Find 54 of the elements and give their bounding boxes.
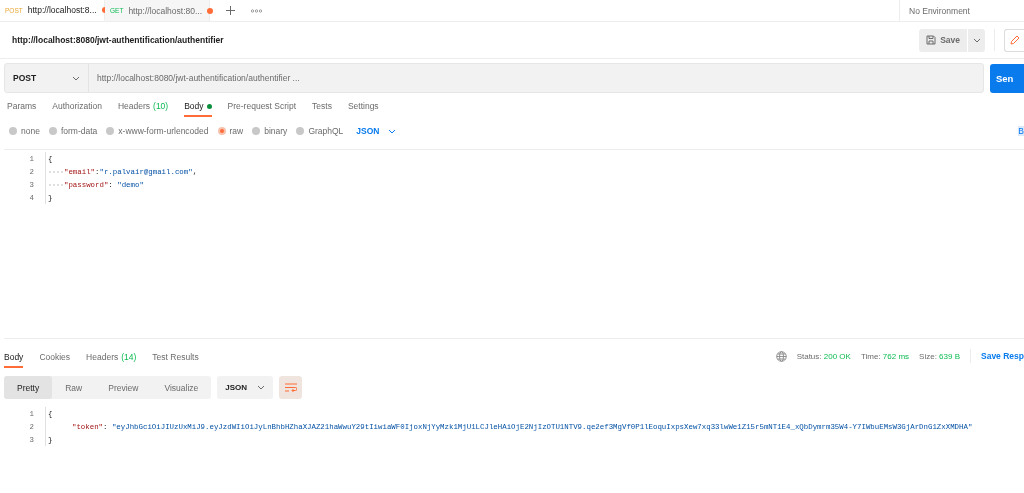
chevron-down-icon[interactable] <box>72 75 80 81</box>
edit-button[interactable] <box>1004 28 1024 52</box>
beautify-link[interactable]: B <box>1018 126 1024 136</box>
view-mode-tab[interactable]: Raw <box>52 376 96 399</box>
radio-icon[interactable] <box>252 127 261 135</box>
body-type-option[interactable]: GraphQL <box>296 126 344 136</box>
response-stat: Status: 200 OK <box>796 351 851 361</box>
response-tab[interactable]: Body <box>4 344 24 368</box>
plus-icon[interactable] <box>226 6 235 15</box>
wrap-lines-button[interactable] <box>279 376 303 399</box>
body-type-option[interactable]: none <box>9 126 40 136</box>
pencil-icon <box>1009 35 1020 45</box>
wrap-lines-icon <box>284 383 297 392</box>
radio-icon[interactable] <box>217 127 226 135</box>
globe-icon[interactable] <box>775 350 787 362</box>
tab-title: http://localhost:80... <box>128 5 203 16</box>
tab-title: http://localhost:8... <box>27 5 97 15</box>
request-section-tab[interactable]: Tests <box>312 99 332 117</box>
radio-icon[interactable] <box>296 127 305 135</box>
response-stat: Size: 639 B <box>919 351 960 361</box>
radio-icon[interactable] <box>48 127 57 135</box>
save-button[interactable]: Save <box>919 28 967 52</box>
chevron-down-icon[interactable] <box>257 385 266 390</box>
floppy-disk-icon <box>926 35 937 45</box>
response-tab[interactable]: Headers (14) <box>86 344 137 368</box>
request-section-tab[interactable]: Params <box>7 99 37 117</box>
body-type-option[interactable]: x-www-form-urlencoded <box>106 126 209 136</box>
body-type-option[interactable]: form-data <box>48 126 98 136</box>
view-mode-tab[interactable]: Visualize <box>151 376 212 399</box>
view-mode-tab[interactable]: Preview <box>95 376 152 399</box>
chevron-down-icon[interactable] <box>387 128 396 134</box>
body-type-option[interactable]: binary <box>252 126 288 136</box>
body-type-option[interactable]: raw <box>217 126 244 136</box>
save-response-button[interactable]: Save Resp <box>981 351 1024 361</box>
response-tab[interactable]: Test Results <box>152 344 199 368</box>
response-format-dropdown[interactable]: JSON <box>217 376 274 399</box>
response-stat: Time: 762 ms <box>860 351 910 361</box>
request-section-tab[interactable]: Body <box>184 99 212 117</box>
request-section-tab[interactable]: Settings <box>347 99 379 117</box>
request-title: http://localhost:8080/jwt-authentification/authentifier <box>12 35 225 45</box>
request-section-tab[interactable]: Headers (10) <box>117 99 169 117</box>
response-tab[interactable]: Cookies <box>39 344 71 368</box>
request-section-tab[interactable]: Pre-request Script <box>227 99 297 117</box>
send-button[interactable]: Sen <box>990 63 1024 93</box>
more-icon[interactable] <box>251 8 262 13</box>
url-input[interactable]: http://localhost:8080/jwt-authentification/authentifier ... <box>89 64 983 92</box>
environment-selector[interactable]: No Environment <box>909 5 970 16</box>
method-dropdown[interactable]: POST <box>5 64 89 92</box>
radio-icon[interactable] <box>9 127 17 135</box>
view-mode-tab[interactable]: Pretty <box>4 376 53 399</box>
request-section-tab[interactable]: Authorization <box>52 99 102 117</box>
chevron-down-icon[interactable] <box>972 37 981 43</box>
radio-icon[interactable] <box>106 127 115 135</box>
format-dropdown[interactable]: JSON <box>356 126 396 136</box>
